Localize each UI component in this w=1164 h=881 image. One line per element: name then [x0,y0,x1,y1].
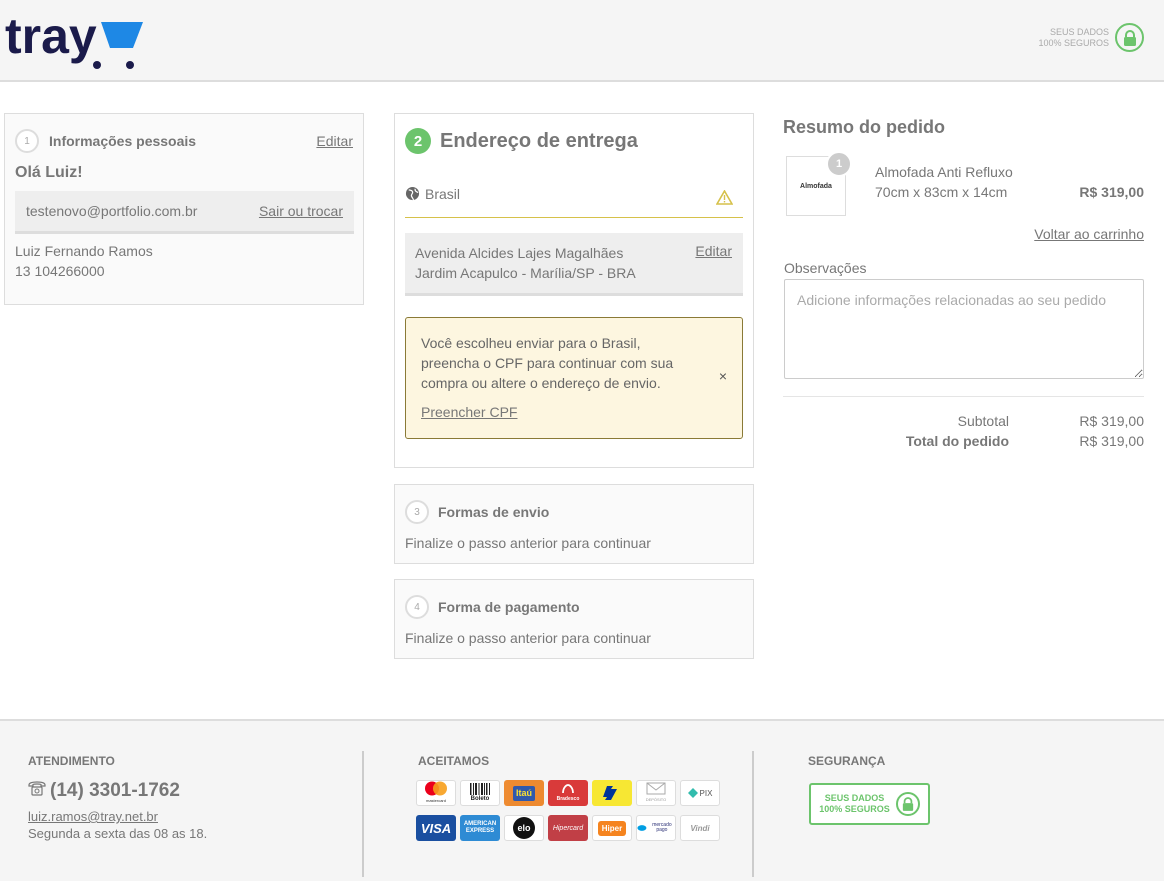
header: tray SEUS DADOS 100% SEGUROS [0,0,1164,82]
security-title: SEGURANÇA [808,754,886,768]
subtotal-label: Subtotal [957,413,1009,429]
secure-line2: 100% SEGUROS [819,804,890,814]
globe-icon [405,186,420,204]
bradesco-icon: Bradesco [548,780,588,806]
cpf-alert: Você escolheu enviar para o Brasil, pree… [405,317,743,439]
observations-label: Observações [784,260,867,276]
back-to-cart-link[interactable]: Voltar ao carrinho [1034,226,1144,242]
lock-icon [1115,23,1144,52]
vindi-icon: Vindi [680,815,720,841]
summary-divider [783,396,1144,397]
total-value: R$ 319,00 [1079,433,1144,449]
step-subtitle: Finalize o passo anterior para continuar [405,535,651,551]
logo-text: tray [5,8,97,64]
boleto-icon: Boleto [460,780,500,806]
payment-method-panel: 4 Forma de pagamento Finalize o passo an… [394,579,754,659]
shipping-address-panel: 2 Endereço de entrega Brasil Avenida Alc… [394,113,754,468]
country-select[interactable]: Brasil [405,184,743,218]
product-size: 70cm x 83cm x 14cm [875,184,1008,200]
elo-icon: elo [504,815,544,841]
user-name: Luiz Fernando Ramos [15,243,153,259]
edit-personal-info-link[interactable]: Editar [316,133,353,149]
step-title: Forma de pagamento [438,599,580,615]
switch-account-link[interactable]: Sair ou trocar [259,203,343,219]
footer-divider [362,751,364,877]
personal-info-panel: 1 Informações pessoais Editar Olá Luiz! … [4,113,364,305]
hipercard-icon: Hipercard [548,815,588,841]
pix-icon: PIX [680,780,720,806]
step-subtitle: Finalize o passo anterior para continuar [405,630,651,646]
support-hours: Segunda a sexta das 08 as 18. [28,826,208,841]
product-name: Almofada Anti Refluxo [875,164,1013,180]
support-email-link[interactable]: luiz.ramos@tray.net.br [28,809,158,824]
footer: ATENDIMENTO (14) 3301-1762 luiz.ramos@tr… [0,719,1164,881]
user-phone: 13 104266000 [15,263,105,279]
warning-icon [715,189,734,208]
step-number-active: 2 [405,128,431,154]
support-title: ATENDIMENTO [28,754,115,768]
secure-badge-footer: SEUS DADOS 100% SEGUROS [809,783,930,825]
step-number: 3 [405,500,429,524]
deposito-icon: DEPÓSITO [636,780,676,806]
amex-icon: AMERICAN EXPRESS [460,815,500,841]
address-box: Avenida Alcides Lajes Magalhães Jardim A… [405,233,743,296]
close-icon[interactable]: × [719,368,727,384]
support-phone: (14) 3301-1762 [28,780,180,802]
observations-textarea[interactable] [784,279,1144,379]
total-row: Total do pedido R$ 319,00 [783,433,1144,449]
step-number: 1 [15,129,39,153]
footer-divider [752,751,754,877]
secure-badge-top: SEUS DADOS 100% SEGUROS [1038,23,1144,52]
phone-number: (14) 3301-1762 [50,780,180,801]
tray-logo[interactable]: tray [5,6,145,70]
user-email: testenovo@portfolio.com.br [26,203,198,219]
fill-cpf-link[interactable]: Preencher CPF [421,404,517,420]
mastercard-icon: mastercard [416,780,456,806]
address-line1: Avenida Alcides Lajes Magalhães [415,245,624,261]
alert-message: Você escolheu enviar para o Brasil, pree… [421,335,674,391]
itau-icon: Itaú [504,780,544,806]
subtotal-value: R$ 319,00 [1079,413,1144,429]
address-line2: Jardim Acapulco - Marília/SP - BRA [415,265,636,281]
lock-icon [895,792,920,816]
greeting: Olá Luiz! [15,164,83,181]
secure-line1: SEUS DADOS [1049,26,1109,37]
visa-icon: VISA [416,815,456,841]
secure-line1: SEUS DADOS [824,793,885,803]
banco-do-brasil-icon [592,780,632,806]
step-title: Formas de envio [438,504,550,520]
summary-title: Resumo do pedido [783,117,945,137]
step-title: Informações pessoais [49,133,197,149]
product-quantity-badge: 1 [826,151,852,177]
shipping-methods-panel: 3 Formas de envio Finalize o passo anter… [394,484,754,564]
step-title: Endereço de entrega [440,129,638,152]
product-price: R$ 319,00 [1079,184,1144,200]
edit-address-link[interactable]: Editar [695,243,732,259]
step-number: 4 [405,595,429,619]
total-label: Total do pedido [905,433,1009,449]
secure-line2: 100% SEGUROS [1038,37,1109,48]
subtotal-row: Subtotal R$ 319,00 [783,413,1144,429]
phone-icon [28,780,46,802]
accept-title: ACEITAMOS [418,754,490,768]
country-name: Brasil [425,186,461,202]
hiper-icon: Hiper [592,815,632,841]
email-box: testenovo@portfolio.com.br Sair ou troca… [15,191,354,234]
mercado-pago-icon: mercado pago [636,815,676,841]
